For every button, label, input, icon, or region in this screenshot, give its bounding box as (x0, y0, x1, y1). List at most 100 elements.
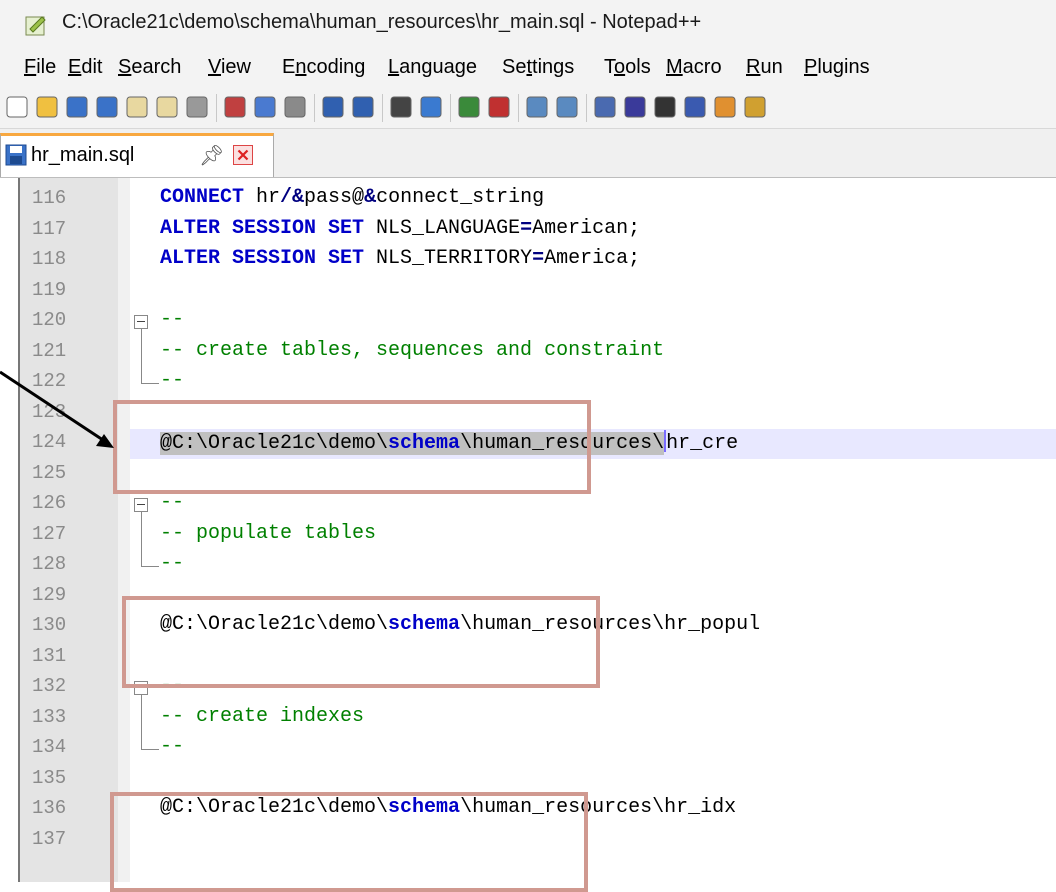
line-number: 137 (32, 827, 67, 850)
save-all-icon[interactable] (94, 94, 120, 120)
code-token: America; (544, 247, 641, 270)
code-text: -- create indexes (160, 705, 364, 728)
fold-end-marker (141, 566, 159, 567)
code-line[interactable]: 119 (0, 277, 1056, 307)
menu-item-plugins[interactable]: Plugins (804, 56, 870, 79)
pin-icon[interactable]: 📌︎ (199, 143, 224, 168)
line-number: 129 (32, 583, 67, 606)
callout-box-hr-popul (122, 596, 600, 688)
code-token: -- (160, 552, 185, 575)
user-lang-icon[interactable] (712, 94, 738, 120)
toolbar-separator (450, 94, 451, 122)
line-number: 135 (32, 766, 67, 789)
tab-hr-main-sql[interactable]: hr_main.sql 📌︎ (0, 133, 274, 177)
code-token: -- (160, 369, 185, 392)
line-number: 136 (32, 797, 67, 819)
line-number: 134 (32, 736, 67, 758)
toolbar-separator (586, 94, 587, 122)
code-line[interactable]: 127 -- populate tables (0, 521, 1056, 551)
new-file-icon[interactable] (4, 94, 30, 120)
print-icon[interactable] (184, 94, 210, 120)
copy-icon[interactable] (252, 94, 278, 120)
open-file-icon[interactable] (34, 94, 60, 120)
zoom-out-icon[interactable] (486, 94, 512, 120)
save-icon[interactable] (64, 94, 90, 120)
cut-icon[interactable] (222, 94, 248, 120)
fold-toggle-icon[interactable] (134, 315, 148, 329)
line-number: 124 (32, 431, 67, 453)
code-text: -- (160, 369, 184, 392)
indent-guide-icon[interactable] (682, 94, 708, 120)
code-line[interactable]: 135 (0, 765, 1056, 795)
code-token: hr_cre (666, 432, 739, 455)
line-number: 123 (32, 400, 67, 423)
word-wrap-icon[interactable] (592, 94, 618, 120)
callout-box-hr-idx (110, 792, 588, 892)
code-line[interactable]: 120 -- (0, 307, 1056, 337)
redo-icon[interactable] (350, 94, 376, 120)
tab-label: hr_main.sql (31, 144, 135, 166)
close-all-icon[interactable] (154, 94, 180, 120)
sync-horizontal-icon[interactable] (554, 94, 580, 120)
code-text: -- (160, 308, 184, 331)
menu-item-language[interactable]: Language (388, 56, 477, 79)
code-text: ALTER SESSION SET NLS_TERRITORY=America; (160, 247, 640, 270)
menu-item-edit[interactable]: Edit (68, 56, 102, 79)
code-line[interactable]: 118 ALTER SESSION SET NLS_TERRITORY=Ameri… (0, 246, 1056, 276)
fold-end-marker (141, 749, 159, 750)
line-number: 132 (32, 675, 67, 697)
line-number: 119 (32, 278, 67, 301)
code-line[interactable]: 121 -- create tables, sequences and const… (0, 338, 1056, 368)
doc-map-icon[interactable] (742, 94, 768, 120)
line-number: 120 (32, 309, 67, 331)
undo-icon[interactable] (320, 94, 346, 120)
code-line[interactable]: 126 -- (0, 490, 1056, 520)
toolbar-separator (518, 94, 519, 122)
toolbar-separator (314, 94, 315, 122)
callout-box-hr-cre (113, 400, 591, 494)
replace-icon[interactable] (418, 94, 444, 120)
code-line[interactable]: 117 ALTER SESSION SET NLS_LANGUAGE=Americ… (0, 216, 1056, 246)
line-number: 121 (32, 339, 67, 362)
code-text: -- (160, 491, 184, 514)
toolbar (0, 88, 1056, 129)
menu-item-settings[interactable]: Settings (502, 56, 574, 79)
menu-item-file[interactable]: File (24, 56, 56, 79)
fold-toggle-icon[interactable] (134, 498, 148, 512)
toolbar-separator (382, 94, 383, 122)
show-all-chars-icon[interactable] (622, 94, 648, 120)
code-token: NLS_LANGUAGE (364, 216, 521, 240)
code-token: pass@ (304, 186, 365, 209)
paste-icon[interactable] (282, 94, 308, 120)
menu-item-run[interactable]: Run (746, 56, 783, 79)
tab-close-icon[interactable] (233, 145, 253, 165)
line-number: 131 (32, 644, 67, 667)
code-text: -- (160, 735, 184, 758)
menu-item-view[interactable]: View (208, 56, 251, 79)
code-token: = (520, 216, 533, 240)
menu-item-tools[interactable]: Tools (604, 56, 651, 79)
line-number: 125 (32, 461, 67, 484)
code-token: CONNECT (160, 186, 245, 209)
find-icon[interactable] (388, 94, 414, 120)
editor[interactable]: 116 CONNECT hr/&pass@&connect_string 117 AL… (0, 178, 1056, 892)
zoom-in-icon[interactable] (456, 94, 482, 120)
fold-end-marker (141, 383, 159, 384)
code-line[interactable]: 116 CONNECT hr/&pass@&connect_string (0, 185, 1056, 215)
window-title: C:\Oracle21c\demo\schema\human_resources… (62, 11, 702, 33)
menu-bar: File Edit Search View Encoding Language Settin… (0, 52, 1056, 88)
close-icon[interactable] (124, 94, 150, 120)
sync-vertical-icon[interactable] (524, 94, 550, 120)
line-number: 122 (32, 370, 67, 392)
code-text: ALTER SESSION SET NLS_LANGUAGE=American; (160, 217, 640, 240)
code-token: -- populate tables (160, 521, 377, 545)
code-token: & (364, 186, 377, 209)
code-line[interactable]: 133 -- create indexes (0, 704, 1056, 734)
menu-item-macro[interactable]: Macro (666, 56, 722, 79)
code-token: hr (244, 186, 281, 209)
line-number: 133 (32, 705, 67, 728)
menu-item-encoding[interactable]: Encoding (282, 56, 365, 79)
menu-item-search[interactable]: Search (118, 56, 181, 79)
dropdown-icon[interactable] (652, 94, 678, 120)
line-number: 127 (32, 522, 67, 545)
